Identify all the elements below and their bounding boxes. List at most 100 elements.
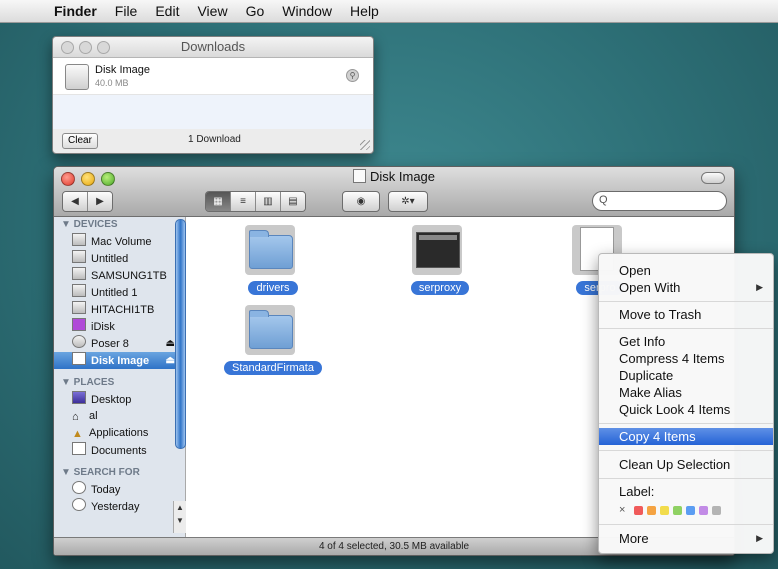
toolbar-toggle-button[interactable] [701,172,725,184]
window-title: Disk Image [54,169,734,184]
menu-finder[interactable]: Finder [52,3,106,19]
file-item-standardfirmata[interactable]: StandardFirmata [213,303,333,378]
menu-file[interactable]: File [106,3,147,19]
menu-bar: Finder File Edit View Go Window Help [0,0,778,23]
folder-icon [249,230,293,269]
submenu-arrow-icon: ▶ [756,533,763,543]
file-label: drivers [248,281,298,295]
submenu-arrow-icon: ▶ [756,282,763,292]
disk-image-icon [72,352,86,365]
column-view-icon[interactable]: ▥ [256,192,281,211]
disk-image-icon [65,64,89,90]
sidebar-item-home[interactable]: ⌂ al [54,408,185,425]
sidebar-item-hitachi1tb[interactable]: HITACHI1TB [54,301,185,318]
menu-item-open[interactable]: Open [599,262,773,279]
close-button[interactable] [61,41,74,54]
menu-separator [599,301,773,302]
search-field[interactable]: Q [592,191,727,211]
disk-image-icon [352,169,366,183]
clock-icon [72,498,86,511]
eject-icon[interactable]: ⏏ [166,352,175,369]
minimize-button[interactable] [79,41,92,54]
menu-item-open-with[interactable]: Open With ▶ [599,279,773,296]
menu-item-copy[interactable]: Copy 4 Items [599,428,773,445]
sidebar-item-poser-8[interactable]: Poser 8 ⏏ [54,335,185,352]
clock-icon [72,481,86,494]
hard-drive-icon [72,233,86,246]
desktop-icon [72,391,86,404]
eject-icon[interactable]: ⏏ [166,335,175,352]
file-label: serproxy [410,281,470,295]
sidebar-item-idisk[interactable]: iDisk [54,318,185,335]
hard-drive-icon [72,250,86,263]
file-item-drivers[interactable]: drivers [213,223,333,298]
file-label: StandardFirmata [224,361,322,375]
label-red-swatch[interactable] [634,505,644,515]
sidebar-item-disk-image[interactable]: Disk Image ⏏ [54,352,185,369]
window-controls [61,41,110,54]
label-green-swatch[interactable] [673,505,683,515]
folder-icon [249,310,293,349]
menu-item-duplicate[interactable]: Duplicate [599,367,773,384]
idisk-icon [72,318,86,331]
menu-go[interactable]: Go [237,3,274,19]
back-forward-buttons: ◀ ▶ [62,191,113,212]
sidebar-scroll-arrows[interactable]: ▲ ▼ [173,501,186,533]
downloads-title: Downloads [180,39,246,54]
sidebar-item-untitled[interactable]: Untitled [54,250,185,267]
empty-row [53,95,373,129]
search-for-header[interactable]: ▼ SEARCH FOR [54,465,185,481]
label-none-icon[interactable]: × [619,504,625,516]
menu-view[interactable]: View [188,3,236,19]
downloads-window: Downloads Disk Image 40.0 MB ⚲ Clear 1 D… [52,36,374,154]
back-arrow-icon[interactable]: ◀ [63,192,88,211]
documents-icon [72,442,86,455]
disc-icon [72,335,86,348]
places-header[interactable]: ▼ PLACES [54,375,185,391]
resize-grip-icon[interactable] [360,140,370,150]
sidebar-item-yesterday[interactable]: Yesterday [54,498,185,515]
sidebar-item-today[interactable]: Today [54,481,185,498]
download-item[interactable]: Disk Image 40.0 MB ⚲ [53,58,373,95]
menu-edit[interactable]: Edit [146,3,188,19]
coverflow-view-icon[interactable]: ▤ [281,192,305,211]
file-item-serproxy[interactable]: serproxy [380,223,500,298]
sidebar-item-mac-volume[interactable]: Mac Volume [54,233,185,250]
executable-icon [416,232,460,268]
hard-drive-icon [72,284,86,297]
quick-look-eye-icon[interactable]: ◉ [342,191,380,212]
sidebar-scrollbar-thumb[interactable] [175,219,186,449]
sidebar-item-desktop[interactable]: Desktop [54,391,185,408]
menu-help[interactable]: Help [341,3,388,19]
menu-item-make-alias[interactable]: Make Alias [599,384,773,401]
sidebar-item-untitled-1[interactable]: Untitled 1 [54,284,185,301]
label-yellow-swatch[interactable] [660,505,670,515]
label-purple-swatch[interactable] [699,505,709,515]
menu-item-quick-look[interactable]: Quick Look 4 Items [599,401,773,418]
forward-arrow-icon[interactable]: ▶ [88,192,112,211]
sidebar-item-applications[interactable]: ▲ Applications [54,425,185,442]
list-view-icon[interactable]: ≡ [231,192,256,211]
downloads-title-bar[interactable]: Downloads [53,37,373,58]
menu-item-move-to-trash[interactable]: Move to Trash [599,306,773,323]
action-gear-icon[interactable]: ✲▾ [388,191,428,212]
sidebar-item-samsung1tb[interactable]: SAMSUNG1TB [54,267,185,284]
menu-window[interactable]: Window [273,3,341,19]
menu-item-get-info[interactable]: Get Info [599,333,773,350]
icon-view-icon[interactable]: ▦ [206,192,231,211]
clear-button[interactable]: Clear [62,133,98,149]
window-title-text: Disk Image [369,169,436,184]
label-gray-swatch[interactable] [712,505,722,515]
menu-item-compress[interactable]: Compress 4 Items [599,350,773,367]
menu-separator [599,450,773,451]
label-blue-swatch[interactable] [686,505,696,515]
sidebar-item-documents[interactable]: Documents [54,442,185,459]
label-orange-swatch[interactable] [647,505,657,515]
menu-item-more[interactable]: More ▶ [599,530,773,547]
reveal-magnifier-icon[interactable]: ⚲ [346,69,359,82]
menu-item-clean-up-selection[interactable]: Clean Up Selection [599,456,773,473]
hard-drive-icon [72,267,86,280]
devices-header[interactable]: ▼ DEVICES [54,217,185,233]
search-icon: Q [599,194,608,206]
zoom-button[interactable] [97,41,110,54]
